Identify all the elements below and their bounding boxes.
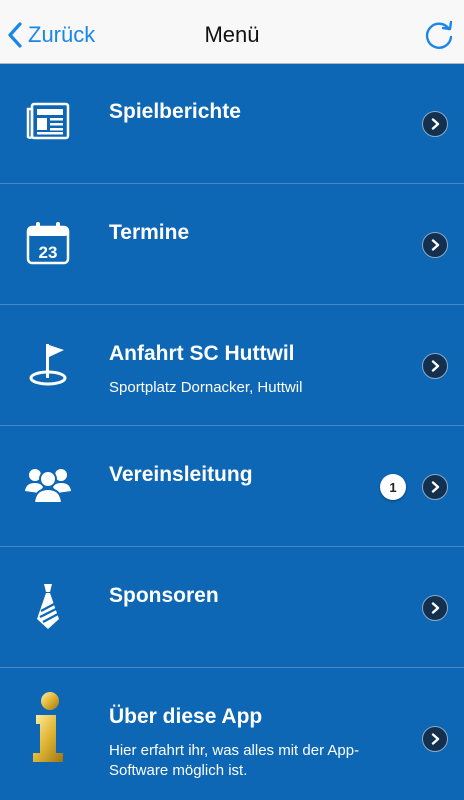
menu-item-spielberichte[interactable]: Spielberichte xyxy=(0,64,464,184)
menu-item-title: Vereinsleitung xyxy=(109,463,253,486)
chevron-left-icon xyxy=(8,22,22,48)
menu-item-title: Spielberichte xyxy=(109,100,241,123)
menu-item-title: Anfahrt SC Huttwil xyxy=(109,342,295,365)
newspaper-icon xyxy=(20,94,76,150)
chevron-right-icon[interactable] xyxy=(422,726,448,752)
back-button[interactable]: Zurück xyxy=(6,18,95,52)
menu-list: Spielberichte 23 Termine Anfahrt SC Hutt… xyxy=(0,64,464,800)
chevron-right-icon[interactable] xyxy=(422,111,448,137)
navigation-bar: Zurück Menü xyxy=(0,0,464,64)
people-icon xyxy=(20,457,76,513)
calendar-icon: 23 xyxy=(20,215,76,271)
chevron-right-icon[interactable] xyxy=(422,474,448,500)
chevron-right-icon[interactable] xyxy=(422,595,448,621)
info-icon xyxy=(20,691,76,765)
tie-icon xyxy=(20,578,76,634)
menu-item-sponsoren[interactable]: Sponsoren xyxy=(0,548,464,668)
back-button-label: Zurück xyxy=(28,22,96,47)
menu-item-subtitle: Sportplatz Dornacker, Huttwil xyxy=(109,379,303,396)
chevron-right-icon[interactable] xyxy=(422,353,448,379)
menu-item-vereinsleitung[interactable]: Vereinsleitung 1 xyxy=(0,427,464,547)
menu-item-title: Über diese App xyxy=(109,705,263,728)
menu-item-anfahrt[interactable]: Anfahrt SC Huttwil Sportplatz Dornacker,… xyxy=(0,306,464,426)
calendar-day-number: 23 xyxy=(39,243,58,262)
location-flag-icon xyxy=(20,336,76,392)
refresh-icon[interactable] xyxy=(422,18,456,52)
menu-item-title: Sponsoren xyxy=(109,584,219,607)
menu-item-ueber-app[interactable]: Über diese App Hier erfahrt ihr, was all… xyxy=(0,669,464,800)
notification-badge: 1 xyxy=(380,474,406,500)
menu-item-subtitle: Hier erfahrt ihr, was alles mit der App-… xyxy=(109,742,360,779)
menu-item-termine[interactable]: 23 Termine xyxy=(0,185,464,305)
menu-item-title: Termine xyxy=(109,221,190,244)
chevron-right-icon[interactable] xyxy=(422,232,448,258)
